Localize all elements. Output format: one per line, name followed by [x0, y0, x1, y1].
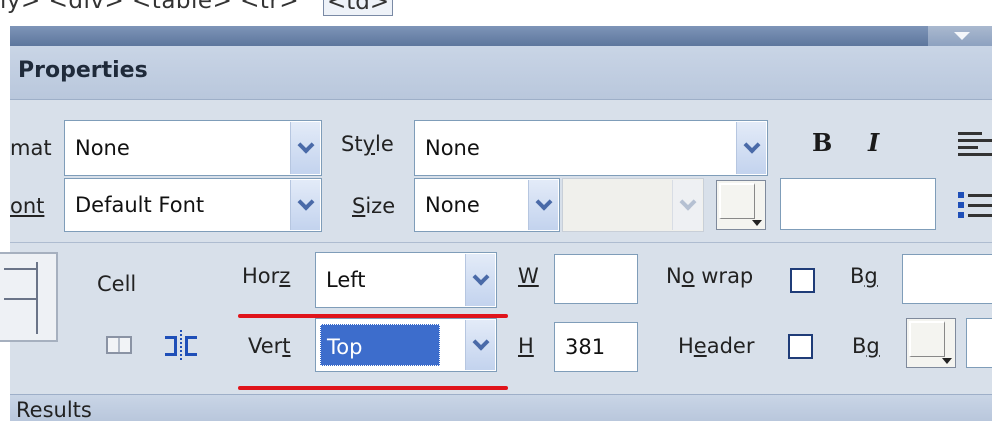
split-cell-icon[interactable]	[165, 330, 199, 360]
style-select[interactable]: None	[414, 120, 768, 176]
font-label: ont	[10, 194, 45, 218]
tag-path[interactable]: ly> <div> <table> <tr>	[0, 0, 299, 14]
width-label: W	[518, 264, 539, 288]
chevron-down-icon[interactable]	[736, 122, 766, 174]
bg-color-input[interactable]	[966, 318, 992, 368]
size-select[interactable]: None	[414, 178, 560, 232]
bg-color-picker[interactable]	[906, 318, 956, 368]
vert-value: Top	[320, 324, 440, 366]
bg-image-input[interactable]	[902, 254, 992, 304]
results-panel-header[interactable]	[10, 394, 992, 421]
properties-panel	[10, 46, 992, 421]
font-value: Default Font	[75, 193, 205, 217]
text-color-input[interactable]	[780, 178, 936, 230]
text-color-picker[interactable]	[716, 180, 766, 230]
highlight-underline-vert	[238, 386, 508, 390]
section-divider	[10, 242, 992, 243]
vert-label: Vert	[248, 334, 291, 358]
nowrap-checkbox[interactable]	[790, 268, 815, 293]
cell-label: Cell	[97, 272, 137, 296]
nowrap-label: No wrap	[666, 264, 754, 288]
align-left-icon[interactable]	[958, 130, 992, 156]
size-unit-select	[562, 178, 704, 232]
header-checkbox[interactable]	[788, 334, 813, 359]
chevron-down-icon[interactable]	[465, 320, 495, 370]
width-input[interactable]	[554, 254, 638, 304]
style-value: None	[425, 136, 480, 160]
horz-select[interactable]: Left	[315, 252, 497, 308]
height-label: H	[518, 334, 534, 358]
tag-selector-bar: ly> <div> <table> <tr> <td>	[0, 0, 992, 26]
size-label: Size	[352, 194, 396, 218]
format-value: None	[75, 136, 130, 160]
header-label: Header	[678, 334, 755, 358]
properties-title-bar[interactable]	[10, 46, 992, 100]
size-value: None	[425, 193, 480, 217]
chevron-down-icon[interactable]	[528, 180, 558, 230]
tag-current-td[interactable]: <td>	[323, 0, 394, 16]
panel-title: Properties	[18, 58, 148, 83]
table-cell-icon	[0, 252, 58, 342]
italic-button[interactable]: I	[868, 128, 879, 157]
chevron-down-icon[interactable]	[290, 180, 320, 230]
collapse-arrow-icon[interactable]	[928, 26, 992, 46]
format-select[interactable]: None	[64, 120, 322, 176]
font-select[interactable]: Default Font	[64, 178, 322, 232]
horz-label: Horz	[242, 264, 291, 288]
chevron-down-icon[interactable]	[290, 122, 320, 174]
results-title: Results	[16, 398, 92, 421]
bg-image-label: Bg	[850, 264, 878, 288]
horz-value: Left	[326, 268, 366, 292]
style-label: Style	[341, 132, 394, 156]
height-input[interactable]: 381	[554, 322, 638, 372]
chevron-down-icon[interactable]	[465, 254, 495, 306]
bold-button[interactable]: B	[812, 128, 832, 157]
merge-cells-icon[interactable]	[106, 336, 132, 354]
bg-color-label: Bg	[852, 334, 880, 358]
separator-bar	[10, 26, 992, 46]
vert-select[interactable]: Top	[315, 318, 497, 372]
unordered-list-icon[interactable]	[958, 190, 992, 220]
format-label: mat	[10, 136, 52, 160]
chevron-down-icon	[672, 180, 702, 230]
